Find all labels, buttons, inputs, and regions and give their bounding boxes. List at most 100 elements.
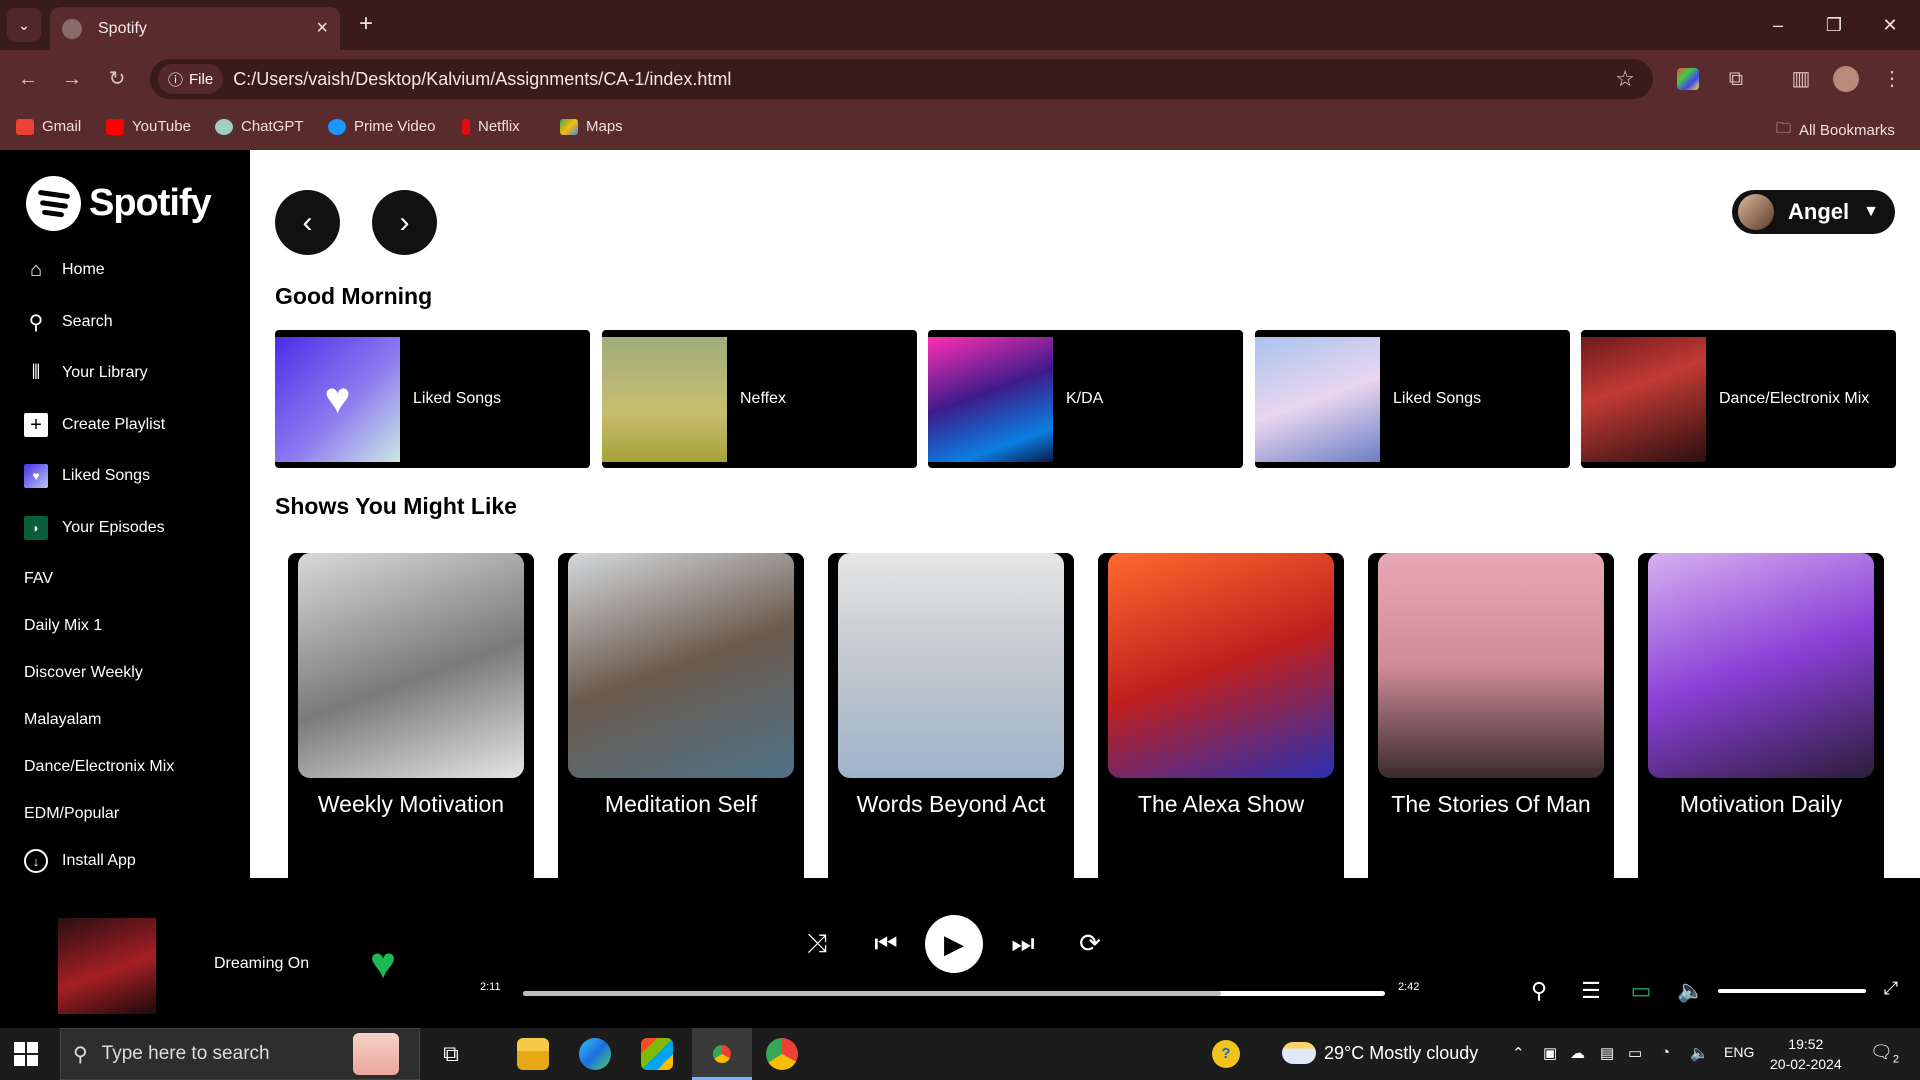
tray-meet-icon[interactable]: ▣: [1543, 1044, 1557, 1062]
sidebar-item-library[interactable]: ⫴ Your Library: [24, 361, 148, 385]
clock-date: 20-02-2024: [1770, 1056, 1842, 1072]
shuffle-icon[interactable]: ⤨: [797, 918, 837, 968]
cover-image: [1581, 336, 1706, 462]
weather-cloud-icon: [1282, 1042, 1316, 1064]
all-bookmarks[interactable]: 🗀 All Bookmarks: [1776, 118, 1895, 143]
next-track-icon[interactable]: ⏭: [1003, 918, 1043, 968]
weather-widget[interactable]: 29°C Mostly cloudy: [1282, 1042, 1478, 1064]
edge-icon[interactable]: [579, 1038, 611, 1070]
quick-card[interactable]: Liked Songs: [1255, 330, 1570, 468]
bookmark-star-icon[interactable]: ☆: [1615, 66, 1635, 92]
maps-icon: [560, 118, 578, 135]
extension-icon[interactable]: [1677, 68, 1699, 90]
spotify-logo[interactable]: Spotify: [26, 176, 212, 231]
previous-track-icon[interactable]: ⏮: [866, 918, 906, 968]
gmail-icon: [16, 118, 34, 135]
show-card[interactable]: Motivation Daily: [1638, 553, 1884, 878]
playlist-item[interactable]: EDM/Popular: [24, 805, 119, 823]
connect-device-icon[interactable]: ▭: [1626, 978, 1656, 1004]
sidebar: Spotify ⌂ Home ⚲ Search ⫴ Your Library + Cre…: [0, 150, 250, 878]
new-tab-button[interactable]: +: [352, 10, 380, 38]
playlist-item[interactable]: Daily Mix 1: [24, 617, 102, 635]
bookmark-prime-video[interactable]: Prime Video: [328, 118, 435, 135]
info-icon: ⓘ: [168, 71, 184, 89]
bookmark-maps[interactable]: Maps: [560, 118, 623, 135]
reload-icon[interactable]: ↻: [103, 65, 131, 93]
queue-icon[interactable]: ☰: [1576, 978, 1606, 1004]
show-card[interactable]: The Alexa Show: [1098, 553, 1344, 878]
sidebar-item-create-playlist[interactable]: + Create Playlist: [24, 413, 165, 437]
tray-device-icon[interactable]: ▤: [1600, 1044, 1614, 1062]
minimize-button[interactable]: –: [1758, 10, 1798, 40]
site-info-chip[interactable]: ⓘ File: [158, 64, 224, 94]
forward-icon[interactable]: →: [58, 65, 86, 93]
playlist-item[interactable]: Malayalam: [24, 711, 101, 729]
bookmark-chatgpt[interactable]: ChatGPT: [215, 118, 304, 135]
lyrics-mic-icon[interactable]: ⚲: [1524, 978, 1554, 1004]
playlist-item[interactable]: Dance/Electronix Mix: [24, 758, 174, 776]
onedrive-cloud-icon[interactable]: ☁: [1570, 1044, 1585, 1062]
sidebar-item-episodes[interactable]: ◗ Your Episodes: [24, 516, 165, 540]
now-playing-title[interactable]: Dreaming On: [214, 955, 309, 973]
windows-start-icon[interactable]: [14, 1042, 38, 1066]
sidebar-item-search[interactable]: ⚲ Search: [24, 310, 113, 334]
side-panel-icon[interactable]: ▥: [1787, 65, 1815, 93]
bookmark-netflix[interactable]: Netflix: [462, 118, 520, 135]
store-icon[interactable]: [641, 1038, 673, 1070]
restore-button[interactable]: ❐: [1814, 10, 1854, 40]
sidebar-item-home[interactable]: ⌂ Home: [24, 258, 105, 282]
repeat-icon[interactable]: ⟳: [1070, 918, 1110, 968]
notification-icon[interactable]: 🗨2: [1870, 1042, 1899, 1066]
playlist-item[interactable]: Discover Weekly: [24, 664, 143, 682]
taskbar-search[interactable]: ⚲ Type here to search: [60, 1028, 420, 1080]
tab-close-icon[interactable]: ×: [316, 17, 328, 40]
show-card[interactable]: Weekly Motivation: [288, 553, 534, 878]
avatar: [1738, 194, 1774, 230]
extensions-puzzle-icon[interactable]: ⧉: [1722, 65, 1750, 93]
back-icon[interactable]: ←: [14, 65, 42, 93]
play-button[interactable]: ▶: [925, 915, 983, 973]
show-card[interactable]: The Stories Of Man: [1368, 553, 1614, 878]
battery-icon[interactable]: ▭: [1628, 1044, 1642, 1062]
progress-bar[interactable]: [523, 991, 1385, 996]
now-playing-cover[interactable]: [58, 918, 156, 1014]
wifi-icon[interactable]: ◔: [1661, 1044, 1670, 1061]
tab-search-button[interactable]: ⌄: [7, 8, 41, 42]
chrome-icon[interactable]: [706, 1038, 738, 1070]
menu-kebab-icon[interactable]: ⋮: [1878, 65, 1906, 93]
back-button[interactable]: ‹: [275, 190, 340, 255]
file-explorer-icon[interactable]: [517, 1038, 549, 1070]
forward-button[interactable]: ›: [372, 190, 437, 255]
browser-tab[interactable]: Spotify ×: [50, 7, 340, 50]
chrome-profile-icon[interactable]: [766, 1038, 798, 1070]
tray-chevron-icon[interactable]: ⌃: [1512, 1044, 1525, 1062]
help-icon[interactable]: ?: [1212, 1040, 1240, 1068]
language-indicator[interactable]: ENG: [1724, 1044, 1754, 1060]
sidebar-item-liked-songs[interactable]: ♥ Liked Songs: [24, 464, 150, 488]
spotify-logo-icon: [26, 176, 81, 231]
playlist-item[interactable]: FAV: [24, 570, 53, 588]
quick-card[interactable]: Dance/Electronix Mix: [1581, 330, 1896, 468]
install-app-button[interactable]: ↓ Install App: [24, 849, 136, 873]
speaker-icon[interactable]: 🔈: [1690, 1044, 1709, 1062]
taskbar-clock[interactable]: 19:52 20-02-2024: [1770, 1034, 1842, 1074]
volume-icon[interactable]: 🔈: [1676, 978, 1706, 1004]
profile-avatar[interactable]: [1833, 66, 1859, 92]
bookmark-gmail[interactable]: Gmail: [16, 118, 81, 135]
show-image: [298, 553, 524, 778]
volume-slider[interactable]: [1718, 989, 1866, 993]
chevron-right-icon: ›: [399, 205, 410, 239]
like-heart-icon[interactable]: ♥: [370, 942, 396, 986]
fullscreen-icon[interactable]: ⤢: [1876, 978, 1906, 999]
close-window-button[interactable]: ✕: [1870, 10, 1910, 40]
show-card[interactable]: Meditation Self: [558, 553, 804, 878]
show-card[interactable]: Words Beyond Act: [828, 553, 1074, 878]
task-view-icon[interactable]: ⧉: [435, 1038, 467, 1070]
bookmark-youtube[interactable]: YouTube: [106, 118, 191, 135]
quick-card[interactable]: K/DA: [928, 330, 1243, 468]
address-bar[interactable]: ⓘ File C:/Users/vaish/Desktop/Kalvium/As…: [150, 59, 1653, 99]
quick-card[interactable]: ♥ Liked Songs: [275, 330, 590, 468]
url-text[interactable]: C:/Users/vaish/Desktop/Kalvium/Assignmen…: [233, 69, 731, 90]
quick-card[interactable]: Neffex: [602, 330, 917, 468]
user-menu-button[interactable]: Angel ▼: [1732, 190, 1895, 234]
